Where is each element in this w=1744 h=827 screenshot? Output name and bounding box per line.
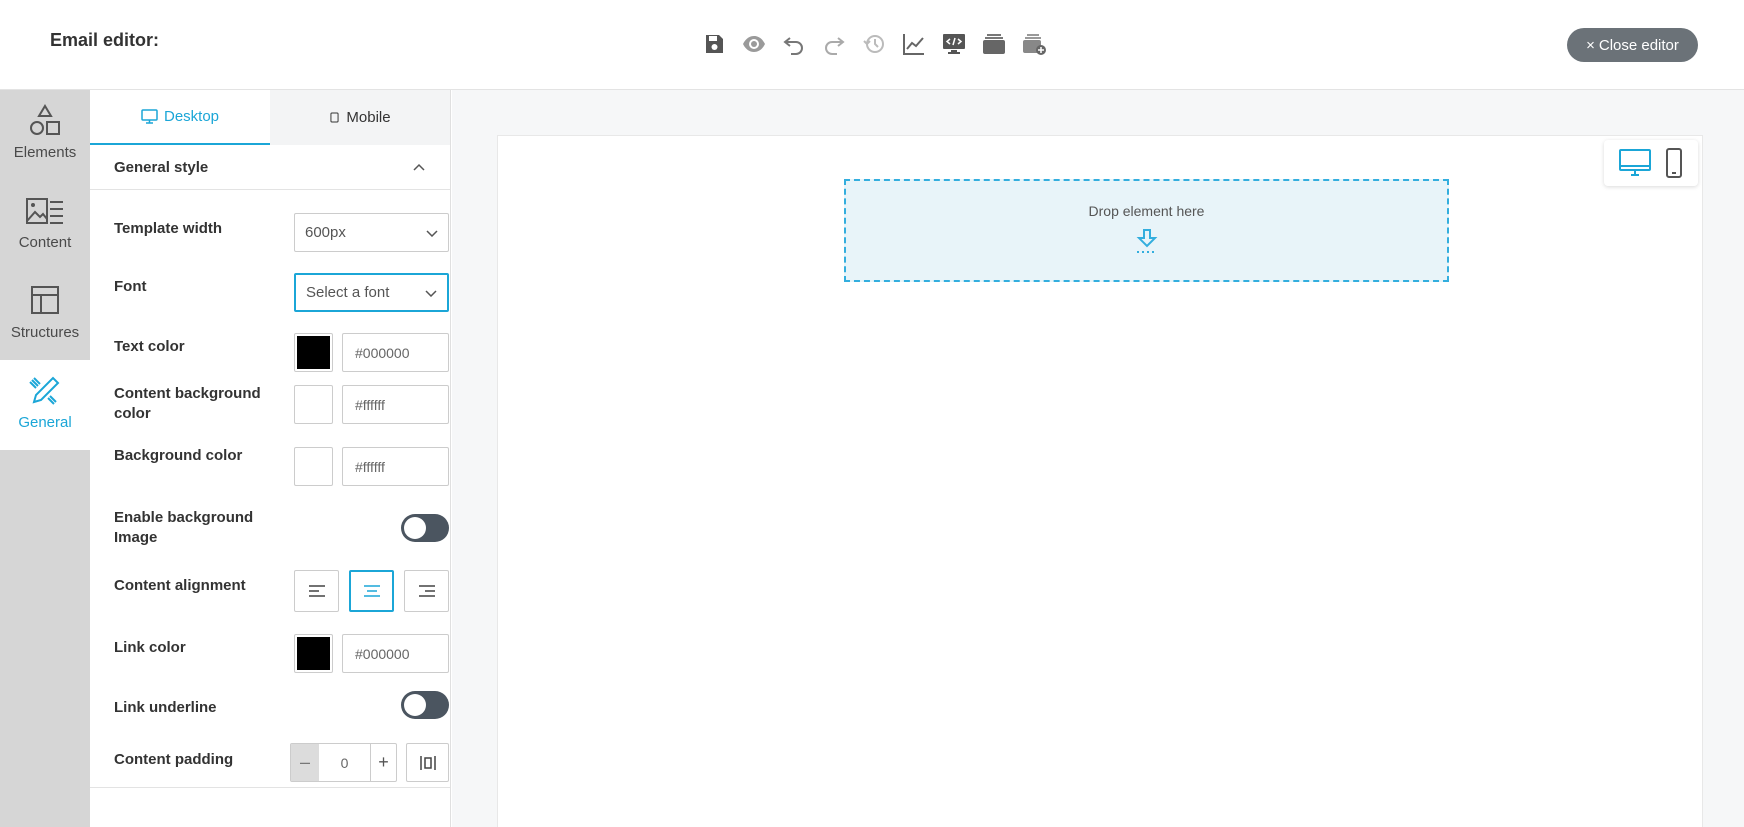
tab-label: Mobile [346, 109, 391, 126]
desktop-icon [141, 109, 158, 124]
layout-icon [31, 286, 59, 314]
link-color-swatch[interactable] [294, 634, 333, 673]
text-color-label: Text color [114, 338, 185, 355]
content-bg-color-label: Content background color [114, 385, 261, 422]
content-bg-color-swatch[interactable] [294, 385, 333, 424]
content-alignment-label: Content alignment [114, 577, 246, 594]
text-color-input[interactable]: #000000 [342, 333, 449, 372]
editor-title: Email editor: [50, 30, 160, 50]
close-icon: × [1586, 36, 1595, 54]
template-width-label: Template width [114, 220, 223, 237]
swatch-fill [297, 450, 330, 483]
bg-color-input[interactable]: #ffffff [342, 447, 449, 486]
preview-eye-icon [742, 35, 765, 52]
mobile-view-icon[interactable] [1664, 148, 1684, 178]
tab-label: Desktop [163, 108, 220, 125]
link-underline-label: Link underline [114, 699, 217, 716]
align-right-button[interactable] [404, 570, 449, 612]
templates-icon [982, 33, 1005, 54]
padding-sides-button[interactable] [406, 743, 449, 782]
history-icon [862, 34, 884, 53]
close-editor-label: Close editor [1598, 36, 1679, 54]
code-view-button[interactable] [940, 30, 967, 57]
swatch-fill [297, 637, 330, 670]
align-left-icon [308, 585, 325, 597]
align-center-icon [363, 585, 380, 597]
add-template-button[interactable] [1020, 30, 1047, 57]
pencil-ruler-icon [29, 376, 60, 405]
swatch-fill [297, 336, 330, 369]
save-icon [705, 34, 723, 53]
link-underline-toggle[interactable] [401, 691, 449, 719]
drop-zone-text: Drop element here [1088, 203, 1205, 219]
left-rail: Elements Content Structures General [0, 90, 90, 827]
align-center-button[interactable] [349, 570, 394, 612]
preview-button[interactable] [740, 30, 767, 57]
tab-mobile[interactable]: Mobile [270, 90, 450, 145]
email-body: Drop element here [497, 135, 1703, 827]
templates-button[interactable] [980, 30, 1007, 57]
save-button[interactable] [700, 30, 727, 57]
drop-zone[interactable]: Drop element here [844, 179, 1449, 282]
select-value: 600px [305, 224, 346, 241]
chevron-down-icon [425, 289, 437, 297]
analytics-button[interactable] [900, 30, 927, 57]
history-button[interactable] [860, 30, 887, 57]
section-title: General style [114, 158, 209, 176]
bg-image-label: Enable background Image [114, 509, 254, 546]
undo-icon [782, 36, 803, 55]
content-bg-color-input[interactable]: #ffffff [342, 385, 449, 424]
padding-value-input[interactable]: 0 [319, 744, 371, 781]
desktop-view-icon[interactable] [1618, 148, 1652, 178]
padding-increment-button[interactable]: + [371, 744, 396, 781]
rail-item-label: Content [18, 234, 72, 251]
shapes-icon [30, 104, 60, 135]
rail-item-label: Structures [10, 324, 80, 341]
bg-color-swatch[interactable] [294, 447, 333, 486]
analytics-chart-icon [902, 33, 924, 55]
image-text-icon [26, 198, 63, 224]
content-padding-label: Content padding [114, 751, 234, 768]
swatch-fill [297, 388, 330, 421]
email-canvas-area: Drop element here [452, 90, 1744, 827]
settings-panel: Desktop Mobile General style Template wi… [90, 90, 451, 827]
general-style-header[interactable]: General style [90, 145, 450, 190]
bg-image-toggle[interactable] [401, 514, 449, 542]
rail-item-structures[interactable]: Structures [0, 270, 90, 360]
code-view-icon [942, 33, 965, 54]
font-select[interactable]: Select a font [294, 273, 449, 312]
undo-button[interactable] [780, 30, 807, 57]
link-color-label: Link color [114, 639, 186, 656]
rail-item-label: Elements [13, 144, 77, 161]
padding-sides-icon [419, 755, 436, 770]
text-color-swatch[interactable] [294, 333, 333, 372]
tab-desktop[interactable]: Desktop [90, 90, 270, 145]
template-width-select[interactable]: 600px [294, 213, 449, 252]
bg-color-label: Background color [114, 447, 243, 464]
panel-divider [90, 787, 450, 788]
redo-icon [824, 36, 845, 55]
align-right-icon [418, 585, 435, 597]
view-mode-switch [1604, 140, 1698, 186]
chevron-up-icon [413, 163, 425, 171]
font-label: Font [114, 278, 147, 295]
content-padding-stepper: – 0 + [290, 743, 397, 782]
align-left-button[interactable] [294, 570, 339, 612]
rail-item-general[interactable]: General [0, 360, 90, 450]
drop-download-icon [1136, 229, 1157, 253]
chevron-down-icon [426, 229, 438, 237]
device-tabs: Desktop Mobile [90, 90, 450, 145]
rail-item-elements[interactable]: Elements [0, 90, 90, 180]
add-template-icon [1022, 33, 1046, 55]
editor-header: Email editor: × Close editor [0, 0, 1744, 90]
rail-item-content[interactable]: Content [0, 180, 90, 270]
link-color-input[interactable]: #000000 [342, 634, 449, 673]
padding-decrement-button[interactable]: – [291, 744, 319, 781]
mobile-icon [330, 112, 339, 123]
rail-item-label: General [18, 414, 72, 431]
toolbar [700, 30, 1047, 57]
select-placeholder: Select a font [306, 284, 390, 301]
redo-button[interactable] [820, 30, 847, 57]
close-editor-button[interactable]: × Close editor [1567, 28, 1698, 62]
